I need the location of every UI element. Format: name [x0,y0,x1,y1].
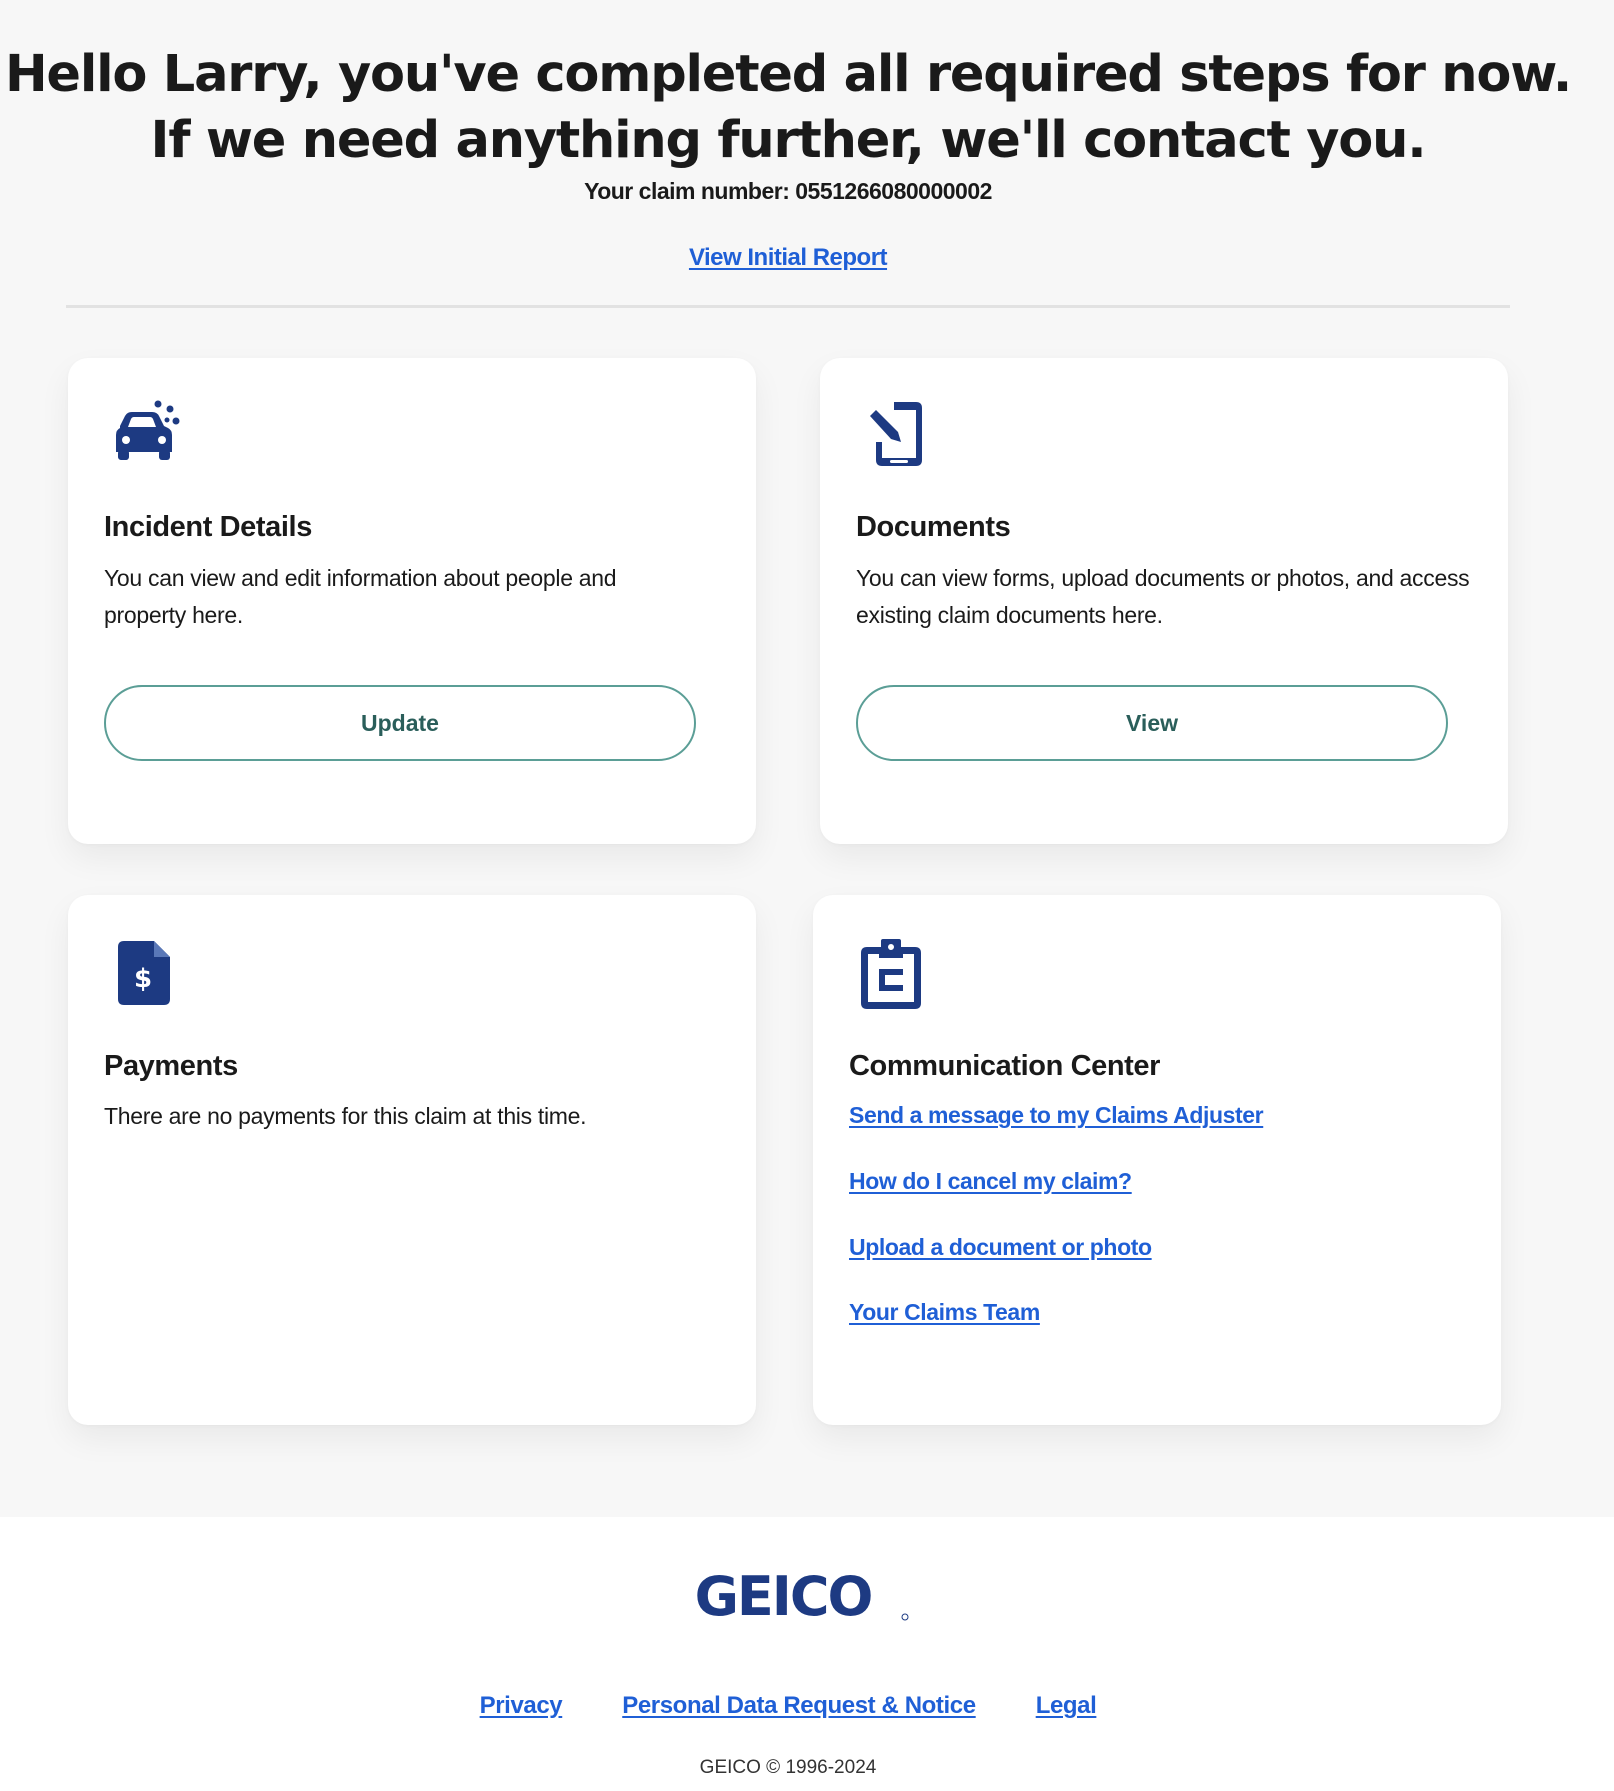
geico-logo[interactable]: GEICO [665,1567,911,1623]
header-divider [66,305,1510,308]
update-button[interactable]: Update [104,685,696,761]
communication-center-card: Communication Center Send a message to m… [813,895,1501,1425]
svg-text:GEICO: GEICO [695,1567,872,1623]
headline-line-2: If we need anything further, we'll conta… [150,111,1427,170]
documents-title: Documents [856,511,1011,543]
main-content: Hello Larry, you've completed all requir… [0,0,1614,1517]
communication-center-title: Communication Center [849,1050,1161,1082]
payments-description: There are no payments for this claim at … [104,1103,587,1129]
footer-links: Privacy Personal Data Request & Notice L… [0,1692,1576,1720]
headline-line-1: Hello Larry, you've completed all requir… [4,45,1572,104]
documents-card: Documents You can view forms, upload doc… [820,358,1508,844]
send-message-link[interactable]: Send a message to my Claims Adjuster [849,1102,1264,1129]
view-report-container: View Initial Report [0,244,1576,272]
payments-card: $ Payments There are no payments for thi… [68,895,756,1425]
incident-details-description: You can view and edit information about … [104,565,617,628]
mobile-upload-icon [870,402,922,466]
view-initial-report-link[interactable]: View Initial Report [689,244,888,271]
payments-title: Payments [104,1050,238,1082]
footer-logo-container: GEICO [0,1567,1576,1623]
privacy-link[interactable]: Privacy [480,1692,563,1720]
copyright-text: GEICO © 1996-2024 [699,1757,877,1778]
clipboard-icon [861,939,921,1009]
personal-data-request-link[interactable]: Personal Data Request & Notice [622,1692,976,1720]
claims-team-link[interactable]: Your Claims Team [849,1299,1040,1326]
legal-link[interactable]: Legal [1036,1692,1097,1720]
page-headline: Hello Larry, you've completed all requir… [0,42,1576,174]
dollar-document-icon: $ [118,941,170,1005]
incident-details-title: Incident Details [104,511,312,543]
view-documents-button[interactable]: View [856,685,1448,761]
car-accident-icon [116,400,180,460]
documents-description: You can view forms, upload documents or … [856,565,1470,628]
svg-text:$: $ [134,964,152,994]
cancel-claim-link[interactable]: How do I cancel my claim? [849,1168,1132,1195]
incident-details-card: Incident Details You can view and edit i… [68,358,756,844]
claim-number: Your claim number: 0551266080000002 [584,178,992,204]
upload-document-link[interactable]: Upload a document or photo [849,1234,1152,1261]
